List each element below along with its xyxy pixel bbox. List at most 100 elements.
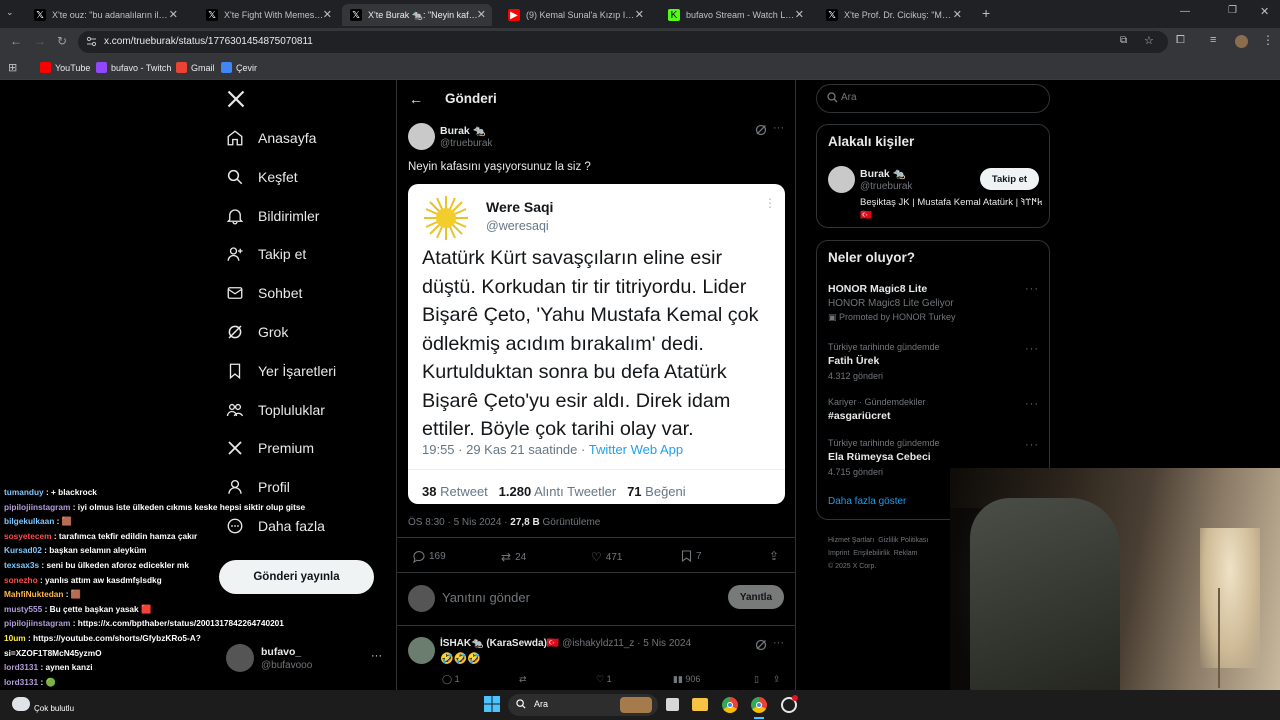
grok-icon[interactable]: [755, 639, 767, 651]
back-arrow-icon[interactable]: ←: [409, 91, 423, 107]
reply-share-icon[interactable]: ⇪: [773, 674, 781, 685]
bookmark-youtube[interactable]: YouTube: [40, 62, 90, 73]
minimize-button[interactable]: —: [1180, 6, 1190, 17]
bookmark-twitch[interactable]: bufavo - Twitch: [96, 62, 171, 73]
reply-button[interactable]: Yanıtla: [728, 585, 784, 609]
address-bar[interactable]: x.com/trueburak/status/17763014548750708…: [78, 31, 1168, 53]
share-icon[interactable]: ⇪: [769, 549, 779, 563]
window-close-button[interactable]: ✕: [1260, 5, 1269, 18]
browser-tab[interactable]: 𝕏 X'te Prof. Dr. Cicikuş: "Muhabir✕: [818, 4, 968, 26]
chat-username: texsax3s: [4, 560, 40, 570]
reply-bookmark-icon[interactable]: ▯: [754, 674, 759, 685]
chrome-icon[interactable]: [722, 697, 738, 713]
reply-reply-count[interactable]: ◯ 1: [442, 674, 460, 685]
embedded-time: 19:55 · 29 Kas 21 saatinde · Twitter Web…: [422, 442, 684, 457]
reply-author-avatar[interactable]: [408, 637, 435, 664]
browser-tab[interactable]: 𝕏 X'te ouz: "bu adanalıların ilgi çe ✕: [26, 4, 184, 26]
tab-close-icon[interactable]: ✕: [323, 8, 332, 21]
tab-search-button[interactable]: ⌄: [6, 7, 20, 21]
post-button[interactable]: Gönderi yayınla: [219, 560, 374, 594]
trend-more-icon[interactable]: ···: [1025, 283, 1039, 295]
related-handle[interactable]: @trueburak: [860, 181, 912, 192]
more-icon[interactable]: ···: [371, 650, 382, 662]
browser-tab[interactable]: 𝕏 X'te Burak 🐀: "Neyin kafasını y✕: [342, 4, 492, 26]
browser-tab[interactable]: ▶ (9) Kemal Sunal'a Kızıp Işid'e Ka✕: [500, 4, 650, 26]
sidebar-item-topluluklar[interactable]: Topluluklar: [226, 396, 325, 424]
search-input[interactable]: Ara: [816, 84, 1050, 113]
sidebar-item-profil[interactable]: Profil: [226, 473, 290, 501]
sidebar-item-bildirimler[interactable]: Bildirimler: [226, 202, 319, 230]
repost-action[interactable]: ⇄ 24: [501, 550, 526, 564]
trend-item[interactable]: Kariyer · Gündemdekiler #asgariücret: [828, 397, 1048, 422]
account-switcher[interactable]: bufavo_ @bufavooo ···: [226, 640, 386, 676]
site-info-icon[interactable]: [86, 36, 97, 47]
back-icon[interactable]: ←: [10, 34, 22, 48]
x-logo-icon[interactable]: [226, 89, 246, 109]
author-handle[interactable]: @trueburak: [440, 138, 492, 149]
trend-more-icon[interactable]: ···: [1025, 343, 1039, 355]
show-more-link[interactable]: Daha fazla göster: [828, 496, 906, 507]
apps-icon[interactable]: ⊞: [8, 61, 17, 74]
reload-icon[interactable]: ↻: [57, 34, 67, 48]
author-avatar[interactable]: [408, 123, 435, 150]
like-action[interactable]: ♡ 471: [591, 550, 622, 564]
reply-action[interactable]: 169: [412, 550, 446, 563]
tab-close-icon[interactable]: ✕: [795, 8, 804, 21]
bookmark-action[interactable]: 7: [681, 550, 702, 562]
tab-close-icon[interactable]: ✕: [635, 8, 644, 21]
windows-start-icon[interactable]: [484, 696, 500, 712]
tab-close-icon[interactable]: ✕: [953, 8, 962, 21]
trend-item[interactable]: Türkiye tarihinde gündemde Fatih Ürek 4.…: [828, 342, 1048, 381]
sidebar-item-sohbet[interactable]: Sohbet: [226, 279, 302, 307]
trend-more-icon[interactable]: ···: [1025, 398, 1039, 410]
task-view-icon[interactable]: [666, 698, 679, 711]
reply-views-count[interactable]: ▮▮ 906: [673, 674, 700, 685]
sidebar-item-keşfet[interactable]: Keşfet: [226, 163, 298, 191]
grok-icon[interactable]: [755, 124, 767, 136]
post-image[interactable]: Were Saqi @weresaqi ⋮ Atatürk Kürt savaş…: [408, 184, 785, 504]
sidebar-item-anasayfa[interactable]: Anasayfa: [226, 124, 316, 152]
reply-more-icon[interactable]: ···: [773, 637, 784, 649]
restore-button[interactable]: ❐: [1228, 5, 1237, 16]
taskbar-search[interactable]: Ara: [508, 694, 658, 716]
sidebar-item-label: Grok: [258, 324, 289, 340]
related-name[interactable]: Burak 🐀: [860, 167, 906, 180]
sidebar-item-daha-fazla[interactable]: Daha fazla: [226, 512, 325, 540]
sidebar-item-premium[interactable]: Premium: [226, 434, 314, 462]
sidebar-item-label: Topluluklar: [258, 401, 325, 418]
reply-input[interactable]: Yanıtını gönder: [442, 590, 530, 605]
chrome-icon[interactable]: [751, 697, 767, 713]
menu-icon[interactable]: ⋮: [1262, 33, 1274, 47]
tab-close-icon[interactable]: ✕: [477, 8, 486, 21]
browser-tab[interactable]: 𝕏 X'te Fight With Memes: "Fargo✕: [198, 4, 338, 26]
browser-tab[interactable]: Kbufavo Stream - Watch Live on✕: [660, 4, 810, 26]
trend-more-icon[interactable]: ···: [1025, 439, 1039, 451]
chat-text: : + blackrock: [43, 487, 97, 497]
post-more-icon[interactable]: ···: [773, 122, 784, 134]
install-app-icon[interactable]: ⧉: [1120, 35, 1127, 46]
chat-text: : aynen kanzi: [38, 662, 93, 673]
reply-like-count[interactable]: ♡ 1: [596, 674, 612, 685]
reply-repost-icon[interactable]: ⇄: [519, 674, 527, 685]
follow-button[interactable]: Takip et: [980, 168, 1039, 190]
sidebar-item-takip-et[interactable]: Takip et: [226, 240, 306, 268]
sidebar-item-yer-i-şaretleri[interactable]: Yer İşaretleri: [226, 357, 336, 385]
trend-item[interactable]: HONOR Magic8 Lite HONOR Magic8 Lite Geli…: [828, 283, 1048, 323]
file-explorer-icon[interactable]: [692, 698, 708, 711]
tab-close-icon[interactable]: ✕: [169, 8, 178, 21]
star-icon[interactable]: ☆: [1144, 34, 1154, 47]
related-avatar[interactable]: [828, 166, 855, 193]
x-icon: [226, 439, 258, 457]
sidebar-item-grok[interactable]: Grok: [226, 318, 288, 346]
bookmark-gmail[interactable]: Gmail: [176, 62, 215, 73]
new-tab-button[interactable]: +: [982, 5, 990, 21]
weather-label[interactable]: Çok bulutlu: [34, 704, 74, 713]
cloud-icon: [12, 697, 30, 711]
bookmark-translate[interactable]: Çevir: [221, 62, 257, 73]
forward-icon[interactable]: →: [34, 34, 46, 48]
extensions-icon[interactable]: ⧠: [1176, 34, 1185, 47]
author-name[interactable]: Burak 🐀: [440, 124, 486, 137]
reading-list-icon[interactable]: ≡: [1210, 34, 1216, 46]
embedded-handle: @weresaqi: [486, 219, 549, 233]
profile-avatar[interactable]: [1235, 35, 1248, 48]
